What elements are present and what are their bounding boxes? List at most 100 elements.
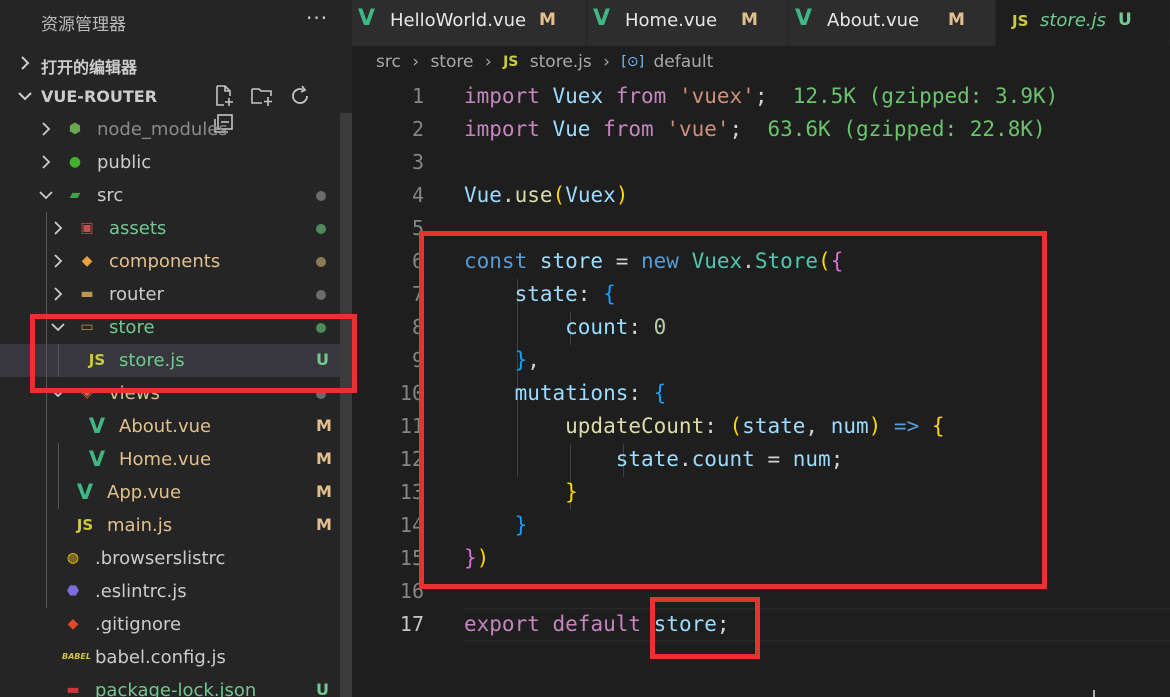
tree-item-router[interactable]: ▬ router [0, 278, 340, 311]
vue-file-icon: V [76, 480, 94, 504]
code-token: ; [729, 117, 743, 141]
tree-item--gitignore[interactable]: ◆ .gitignore [0, 608, 340, 641]
code-token: ( [552, 183, 566, 207]
tree-item-label: package-lock.json [95, 680, 257, 697]
tab-label: store.js [1040, 10, 1107, 31]
tree-item-app-vue[interactable]: V App.vue M [0, 476, 340, 509]
git-status-dot [316, 191, 326, 201]
workspace-root-label: VUE-ROUTER [41, 87, 158, 106]
vue-file-icon: V [593, 6, 611, 31]
tree-indent-guide [46, 212, 47, 608]
tab-label: About.vue [827, 10, 920, 31]
line-number: 10 [399, 381, 424, 405]
line-number: 17 [399, 612, 424, 636]
tab-about-vue[interactable]: V About.vue M [789, 0, 996, 46]
new-file-icon[interactable] [212, 84, 238, 110]
tree-item-package-lock-json[interactable]: ▬ package-lock.json U [0, 674, 340, 697]
tree-item-label: router [109, 284, 164, 305]
components-folder-icon: ◆ [81, 253, 93, 269]
chevron-right-icon: › [603, 52, 610, 72]
git-status-dot [316, 224, 326, 234]
tab-store-js[interactable]: JS store.js U [996, 0, 1170, 46]
open-editors-label: 打开的编辑器 [41, 58, 138, 77]
tab-home-vue[interactable]: V Home.vue M [587, 0, 789, 46]
open-editors-section[interactable]: 打开的编辑器 [0, 47, 352, 80]
js-file-icon: JS [1012, 12, 1029, 30]
line-number: 6 [411, 249, 424, 273]
tree-item-label: node_modules [97, 119, 228, 140]
tab-label: HelloWorld.vue [390, 10, 527, 31]
code-token: default [552, 612, 654, 636]
line-number: 3 [411, 150, 424, 174]
breadcrumb-symbol[interactable]: default [653, 52, 713, 72]
new-folder-icon[interactable] [250, 84, 276, 110]
vue-file-icon: V [795, 6, 813, 31]
refresh-icon[interactable] [288, 84, 314, 110]
code-token: 'vue' [666, 117, 730, 141]
line-number: 13 [399, 480, 424, 504]
workspace-root-section[interactable]: VUE-ROUTER [0, 80, 352, 133]
line-number: 15 [399, 546, 424, 570]
vue-file-icon: V [88, 414, 106, 438]
tree-item-components[interactable]: ◆ components [0, 245, 340, 278]
tree-item-about-vue[interactable]: V About.vue M [0, 410, 340, 443]
code-token: Vuex [552, 84, 616, 108]
git-status-badge: U [316, 680, 329, 697]
line-number: 7 [411, 282, 424, 306]
chevron-down-icon [17, 87, 33, 105]
tab-status-badge: M [539, 10, 556, 30]
tree-item-label: assets [109, 218, 167, 239]
js-file-icon: JS [503, 54, 519, 70]
chevron-right-icon [50, 219, 66, 237]
highlight-box-store-folder [30, 314, 357, 393]
symbol-variable-icon: [⊙] [621, 54, 645, 70]
breadcrumb-store[interactable]: store [430, 52, 473, 72]
git-status-badge: M [316, 449, 332, 468]
tree-item-label: .gitignore [95, 614, 182, 635]
chevron-right-icon [50, 252, 66, 270]
code-token: Vue [552, 117, 604, 141]
code-line: import Vue from 'vue'; 63.6K (gzipped: 2… [464, 117, 1046, 141]
public-folder-icon: ● [68, 154, 82, 170]
git-status-badge: M [316, 482, 332, 501]
tree-item-node-modules[interactable]: ⬢ node_modules [0, 113, 340, 146]
code-token: export [464, 612, 553, 636]
tab-helloworld-vue[interactable]: V HelloWorld.vue M [352, 0, 587, 46]
code-token: import [464, 84, 553, 108]
more-actions-icon[interactable]: ··· [306, 6, 328, 30]
code-token: ) [615, 183, 629, 207]
code-token: use [514, 183, 553, 207]
breadcrumb-file[interactable]: store.js [530, 52, 592, 72]
line-number: 4 [411, 183, 424, 207]
explorer-header: 资源管理器 ··· [0, 0, 352, 42]
breadcrumb: src › store › JS store.js › [⊙] default [376, 52, 713, 76]
tree-item-babel-config-js[interactable]: BABEL babel.config.js [0, 641, 340, 674]
explorer-actions [212, 84, 352, 133]
tree-item-main-js[interactable]: JS main.js M [0, 509, 340, 542]
git-status-dot [316, 290, 326, 300]
tree-item-public[interactable]: ● public [0, 146, 340, 179]
tree-item-src[interactable]: ▰ src [0, 179, 340, 212]
tree-item-assets[interactable]: ▣ assets [0, 212, 340, 245]
chevron-right-icon [38, 153, 54, 171]
tree-item-home-vue[interactable]: V Home.vue M [0, 443, 340, 476]
sidebar-scrollbar[interactable] [340, 113, 352, 697]
chevron-right-icon: › [484, 52, 492, 72]
text-cursor [1093, 690, 1095, 697]
tree-item--browserslistrc[interactable]: ◍ .browserslistrc [0, 542, 340, 575]
editor-tabs: V HelloWorld.vue M V Home.vue M V About.vue M JS s… [352, 0, 1170, 46]
tree-indent-guide [58, 443, 59, 509]
folder-icon: ▬ [80, 286, 94, 302]
vue-file-icon: V [358, 6, 376, 31]
code-token: Vue [464, 183, 502, 207]
line-number: 5 [411, 216, 424, 240]
tree-item--eslintrc-js[interactable]: ⬣ .eslintrc.js [0, 575, 340, 608]
line-number: 16 [399, 579, 424, 603]
code-token: Vuex [565, 183, 616, 207]
code-token: . [501, 183, 515, 207]
tree-item-label: .eslintrc.js [95, 581, 187, 602]
chevron-right-icon [38, 120, 54, 138]
browserslist-icon: ◍ [66, 550, 80, 566]
breadcrumb-src[interactable]: src [376, 52, 401, 72]
line-number: 8 [411, 315, 424, 339]
